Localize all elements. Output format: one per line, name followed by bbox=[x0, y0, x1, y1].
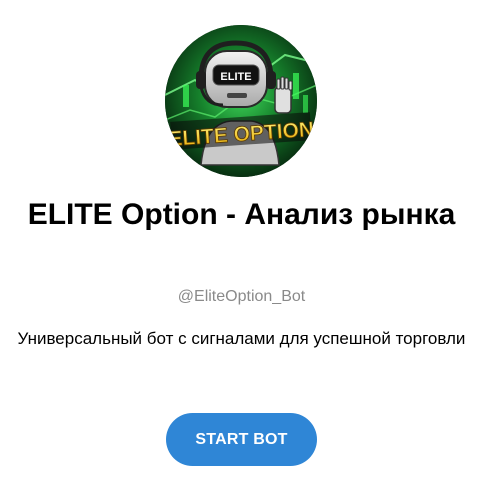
bot-description: Универсальный бот с сигналами для успешн… bbox=[17, 329, 466, 348]
start-bot-button[interactable]: START BOT bbox=[166, 413, 317, 466]
bot-profile-card: ELITE ELITE OPTION ELITE Option - Анализ… bbox=[0, 0, 483, 500]
bot-username[interactable]: @EliteOption_Bot bbox=[0, 287, 483, 307]
robot-logo-icon: ELITE ELITE OPTION bbox=[165, 25, 317, 177]
start-bot-button-label: START BOT bbox=[195, 430, 288, 448]
avatar-badge-text: ELITE bbox=[220, 71, 251, 83]
bot-avatar: ELITE ELITE OPTION bbox=[165, 25, 317, 177]
bot-title: ELITE Option - Анализ рынка bbox=[27, 198, 456, 231]
